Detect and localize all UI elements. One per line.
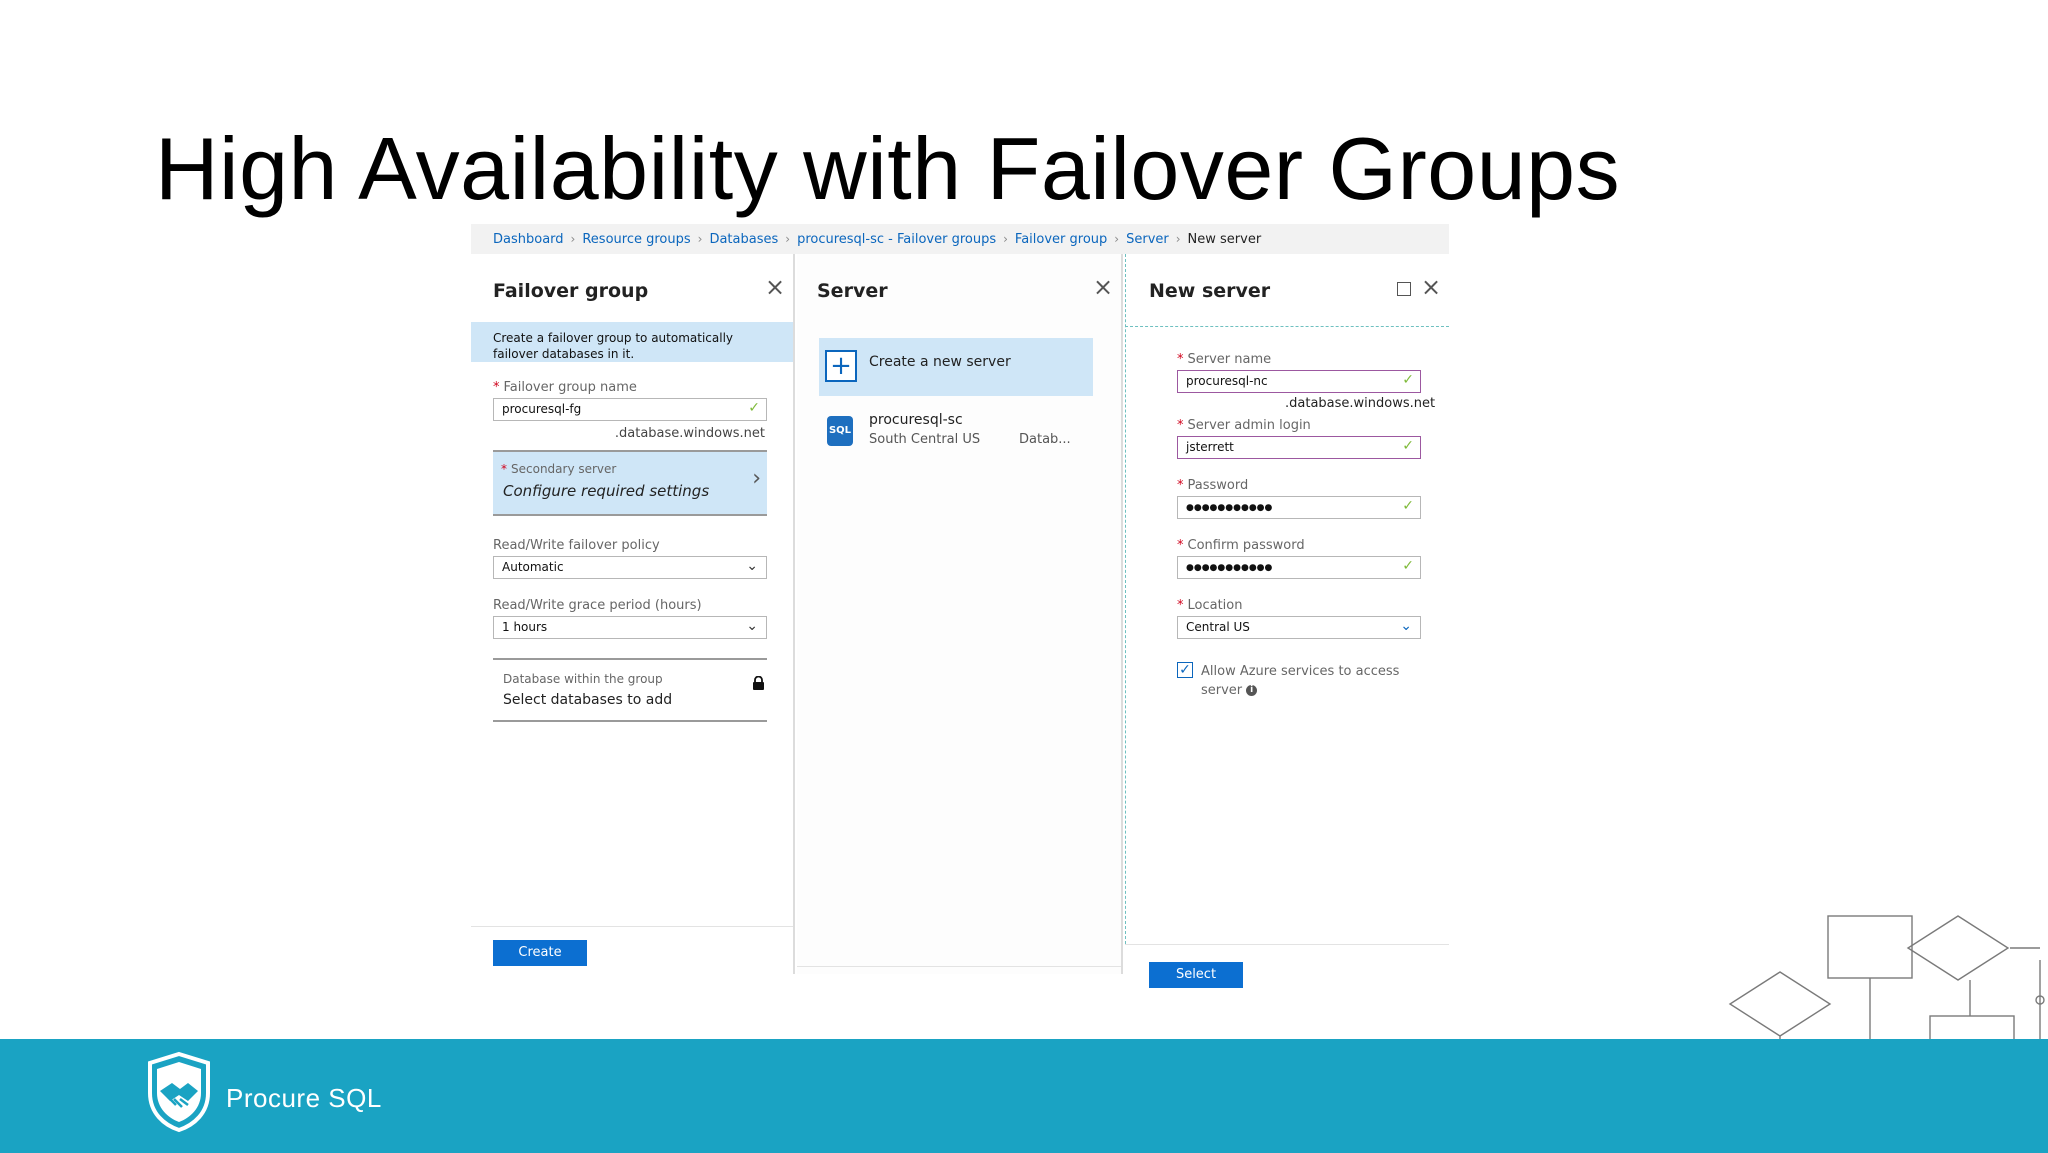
select-button[interactable]: Select xyxy=(1149,962,1243,988)
confirm-password-input[interactable]: ●●●●●●●●●●● ✓ xyxy=(1177,556,1421,579)
failover-policy-label: Read/Write failover policy xyxy=(493,538,660,553)
new-server-title: New server xyxy=(1149,280,1271,302)
check-icon: ✓ xyxy=(748,400,760,416)
blade-footer-divider xyxy=(797,966,1121,967)
failover-name-suffix: .database.windows.net xyxy=(614,426,765,441)
database-selector[interactable]: Database within the group Select databas… xyxy=(493,658,767,722)
breadcrumb-failover-group[interactable]: Failover group xyxy=(1015,232,1107,247)
blade-footer-divider xyxy=(471,926,793,927)
blade-focus-border-top xyxy=(1125,326,1449,327)
maximize-icon[interactable] xyxy=(1397,282,1411,296)
server-name-suffix: .database.windows.net xyxy=(1285,396,1436,411)
chevron-down-icon: ⌄ xyxy=(746,618,758,634)
info-icon[interactable]: i xyxy=(1246,685,1258,696)
server-blade: Server × + Create a new server SQL procu… xyxy=(797,254,1123,974)
blade-footer-divider xyxy=(1125,944,1449,945)
server-item-name: procuresql-sc xyxy=(869,412,963,428)
server-item-type: Datab... xyxy=(1019,432,1071,447)
database-label: Database within the group xyxy=(503,672,663,686)
chevron-right-icon: › xyxy=(752,466,761,491)
breadcrumb-separator-icon: › xyxy=(570,232,576,246)
close-icon[interactable]: × xyxy=(765,274,785,300)
slide-title: High Availability with Failover Groups xyxy=(155,119,1621,218)
breadcrumb: Dashboard › Resource groups › Databases … xyxy=(471,224,1449,254)
plus-icon: + xyxy=(825,350,857,382)
allow-azure-label: Allow Azure services to access server i xyxy=(1201,664,1400,698)
new-server-blade: New server × * Server name procuresql-nc … xyxy=(1125,254,1449,988)
chevron-down-icon: ⌄ xyxy=(746,558,758,574)
failover-policy-select[interactable]: Automatic ⌄ xyxy=(493,556,767,579)
lock-icon xyxy=(753,676,764,690)
breadcrumb-server[interactable]: Server xyxy=(1126,232,1169,247)
breadcrumb-separator-icon: › xyxy=(1114,232,1120,246)
admin-login-label: * Server admin login xyxy=(1177,418,1311,433)
footer-band: Procure SQL xyxy=(0,1039,2048,1153)
brand-name: Procure SQL xyxy=(226,1083,382,1113)
breadcrumb-resource-groups[interactable]: Resource groups xyxy=(582,232,690,247)
close-icon[interactable]: × xyxy=(1093,274,1113,300)
failover-group-blade: Failover group × Create a failover group… xyxy=(471,254,795,974)
secondary-server-selector[interactable]: * Secondary server Configure required set… xyxy=(493,450,767,516)
location-label: * Location xyxy=(1177,598,1243,613)
failover-info-banner: Create a failover group to automatically… xyxy=(471,322,793,362)
breadcrumb-separator-icon: › xyxy=(697,232,703,246)
breadcrumb-databases[interactable]: Databases xyxy=(709,232,778,247)
breadcrumb-new-server: New server xyxy=(1187,231,1262,247)
breadcrumb-dashboard[interactable]: Dashboard xyxy=(493,232,564,247)
server-item-location: South Central US xyxy=(869,432,981,447)
allow-azure-checkbox[interactable]: ✓ xyxy=(1177,662,1193,678)
database-value: Select databases to add xyxy=(503,692,673,708)
grace-period-select[interactable]: 1 hours ⌄ xyxy=(493,616,767,639)
check-icon: ✓ xyxy=(1402,498,1414,514)
create-new-server-label: Create a new server xyxy=(869,354,1011,370)
password-label: * Password xyxy=(1177,478,1249,493)
breadcrumb-separator-icon: › xyxy=(1175,232,1181,246)
server-name-label: * Server name xyxy=(1177,352,1272,367)
close-icon[interactable]: × xyxy=(1421,274,1441,300)
failover-name-label: * Failover group name xyxy=(493,380,637,395)
server-list-item[interactable]: SQL procuresql-sc South Central US Datab… xyxy=(819,402,1093,458)
blade-focus-border xyxy=(1125,254,1126,944)
breadcrumb-separator-icon: › xyxy=(785,232,791,246)
check-icon: ✓ xyxy=(1402,558,1414,574)
server-name-input[interactable]: procuresql-nc ✓ xyxy=(1177,370,1421,393)
secondary-server-value: Configure required settings xyxy=(503,482,710,500)
check-icon: ✓ xyxy=(1402,372,1414,388)
breadcrumb-separator-icon: › xyxy=(1003,232,1008,246)
check-icon: ✓ xyxy=(1402,438,1414,454)
azure-portal-screenshot: Dashboard › Resource groups › Databases … xyxy=(471,224,1449,988)
create-new-server-option[interactable]: + Create a new server xyxy=(819,338,1093,396)
confirm-password-label: * Confirm password xyxy=(1177,538,1305,553)
failover-name-input[interactable]: procuresql-fg ✓ xyxy=(493,398,767,421)
secondary-server-label: * Secondary server xyxy=(501,462,617,476)
chevron-down-icon: ⌄ xyxy=(1400,618,1412,634)
breadcrumb-failover-groups[interactable]: procuresql-sc - Failover groups xyxy=(797,232,996,247)
failover-group-title: Failover group xyxy=(493,280,649,302)
create-button[interactable]: Create xyxy=(493,940,587,966)
location-select[interactable]: Central US ⌄ xyxy=(1177,616,1421,639)
grace-period-label: Read/Write grace period (hours) xyxy=(493,598,702,613)
admin-login-input[interactable]: jsterrett ✓ xyxy=(1177,436,1421,459)
sql-database-icon: SQL xyxy=(827,416,853,446)
shield-handshake-logo xyxy=(148,1051,210,1133)
password-input[interactable]: ●●●●●●●●●●● ✓ xyxy=(1177,496,1421,519)
server-title: Server xyxy=(817,280,888,302)
